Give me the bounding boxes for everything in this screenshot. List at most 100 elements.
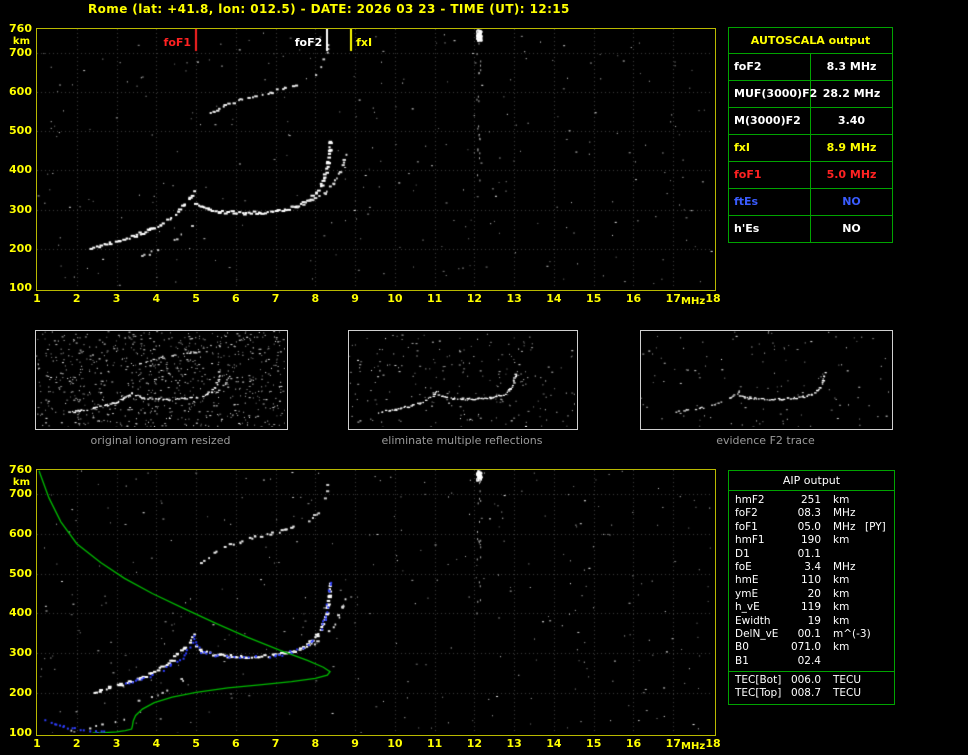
- y-tick-label: 600: [9, 84, 32, 98]
- param-value: 008.7: [790, 687, 821, 700]
- param-note: [863, 574, 894, 587]
- aip-row: foE 3.4 MHz: [729, 561, 894, 574]
- param-label: fxI: [729, 135, 811, 161]
- param-label: hmE: [735, 574, 759, 587]
- aip-row: foF1 05.0 MHz [PY]: [729, 521, 894, 534]
- x-tick-label: 1: [33, 737, 41, 750]
- param-label: hmF1: [735, 534, 765, 547]
- x-axis-unit-label: MHz: [681, 741, 706, 752]
- param-note: [863, 534, 894, 547]
- x-tick-label: 16: [625, 737, 642, 750]
- aip-table-rows: hmF2 251 km foF2 08.3 MHz foF1 05.0 MHz [PY] hmF1 1…: [729, 494, 894, 668]
- main-ionogram-canvas: [37, 29, 713, 288]
- param-value: 071.0: [790, 641, 821, 654]
- y-tick-label: 500: [9, 124, 32, 138]
- x-tick-label: 9: [351, 737, 359, 750]
- thumbnail-evidence-f2: [640, 330, 893, 430]
- param-value: 19: [807, 614, 821, 627]
- param-label: D1: [735, 547, 750, 560]
- param-label: foF1: [729, 162, 811, 188]
- param-value: 3.4: [804, 560, 821, 573]
- param-note: [PY]: [865, 520, 886, 533]
- param-label: foF1: [735, 520, 758, 533]
- param-unit: km: [833, 641, 850, 654]
- thumbnail-original-ionogram: [35, 330, 288, 430]
- param-note: [863, 641, 894, 654]
- tec-divider: [729, 671, 894, 673]
- x-tick-label: 14: [546, 292, 562, 305]
- param-label: TEC[Top]: [735, 687, 782, 700]
- y-tick-label: 200: [9, 686, 32, 700]
- param-value: 110: [800, 574, 821, 587]
- y-tick-label: 100: [9, 281, 32, 294]
- param-value: 8.3 MHz: [826, 60, 877, 73]
- y-tick-label: 300: [9, 202, 32, 216]
- y-tick-label: 400: [9, 163, 32, 177]
- param-value: 006.0: [790, 674, 821, 687]
- param-unit: [821, 548, 863, 561]
- param-note: [863, 674, 894, 687]
- x-tick-label: 10: [387, 292, 403, 305]
- main-ionogram-plot: [36, 28, 716, 291]
- param-value: 20: [807, 587, 821, 600]
- autoscala-row: fxI 8.9 MHz: [729, 135, 892, 162]
- x-tick-label: 15: [586, 292, 602, 305]
- x-tick-label: 15: [586, 737, 602, 750]
- x-tick-label: 12: [466, 737, 483, 750]
- x-tick-label: 8: [311, 292, 320, 305]
- x-tick-label: 3: [112, 292, 121, 305]
- param-unit: MHz: [833, 507, 856, 520]
- param-label: foF2: [729, 54, 811, 80]
- param-label: foF2: [735, 507, 758, 520]
- x-tick-label: 13: [506, 292, 522, 305]
- x-tick-label: 5: [192, 737, 200, 750]
- tec-row: TEC[Top] 008.7 TECU: [729, 687, 894, 700]
- param-unit: TECU: [833, 687, 862, 700]
- thumbnail-caption-original: original ionogram resized: [90, 434, 231, 447]
- param-value: 190: [800, 534, 821, 547]
- x-tick-label: 7: [271, 737, 280, 750]
- param-note: [863, 588, 894, 601]
- x-tick-label: 2: [72, 737, 81, 750]
- autoscala-table-rows: foF2 8.3 MHz MUF(3000)F2 28.2 MHz M(3000)F2 3…: [729, 54, 892, 242]
- critical-frequency-marker-label-fof1: foF1: [163, 36, 192, 49]
- x-tick-label: 8: [311, 737, 320, 750]
- param-label: h_vE: [735, 601, 760, 614]
- y-tick-label: 100: [9, 726, 32, 739]
- critical-frequency-marker-label-fof2: foF2: [294, 36, 323, 49]
- aip-output-table: AIP output hmF2 251 km foF2 08.3 MHz foF1 05.0 M…: [728, 470, 895, 705]
- aip-row: D1 01.1: [729, 548, 894, 561]
- tec-row: TEC[Bot] 006.0 TECU: [729, 674, 894, 687]
- profile-ionogram-plot: [36, 469, 716, 736]
- param-unit: km: [833, 614, 850, 627]
- param-label: ftEs: [729, 189, 811, 215]
- aip-row: ymE 20 km: [729, 588, 894, 601]
- autoscala-table-title: AUTOSCALA output: [729, 28, 892, 54]
- param-unit: TECU: [833, 674, 862, 687]
- x-tick-label: 9: [351, 292, 359, 305]
- thumbnail-evidence-canvas: [641, 331, 890, 427]
- param-label: B0: [735, 641, 749, 654]
- autoscala-row: foF1 5.0 MHz: [729, 162, 892, 189]
- param-unit: km: [833, 587, 850, 600]
- aip-row: DelN_vE 00.1 m^(-3): [729, 628, 894, 641]
- autoscala-row: h'Es NO: [729, 216, 892, 242]
- x-tick-label: 6: [231, 292, 240, 305]
- param-unit: km: [833, 574, 850, 587]
- param-value: 5.0 MHz: [826, 168, 877, 181]
- param-value: 02.4: [797, 654, 821, 667]
- aip-table-title: AIP output: [729, 471, 894, 491]
- x-tick-label: 16: [625, 292, 642, 305]
- param-unit: MHz: [833, 520, 856, 533]
- critical-frequency-marker-label-fxi: fxI: [356, 36, 373, 49]
- param-label: ymE: [735, 587, 759, 600]
- y-tick-label: 700: [9, 45, 32, 59]
- param-label: B1: [735, 654, 749, 667]
- param-unit: km: [833, 494, 850, 506]
- aip-row: hmF2 251 km: [729, 494, 894, 507]
- param-label: hmF2: [735, 494, 765, 506]
- x-tick-label: 12: [466, 292, 483, 305]
- x-tick-label: 10: [387, 737, 403, 750]
- aip-row: h_vE 119 km: [729, 601, 894, 614]
- param-unit: km: [833, 601, 850, 614]
